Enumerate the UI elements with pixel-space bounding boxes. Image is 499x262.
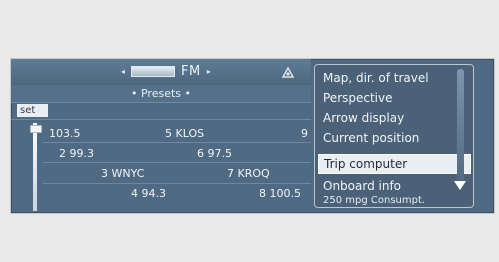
preset-3[interactable]: 3 WNYC [101,167,144,180]
scroll-down-arrow-icon[interactable] [453,179,467,191]
preset-5[interactable]: 5 KLOS [165,127,204,140]
source-bar: ◂ FM ▸ [11,59,311,86]
tone-settings-icon[interactable] [281,65,295,79]
menu-item-current-position[interactable]: Current position [323,131,419,145]
preset-6[interactable]: 6 97.5 [197,147,232,160]
left-arrow-icon[interactable]: ◂ [121,67,125,76]
preset-slider-knob[interactable] [30,125,42,133]
radio-button-icon[interactable] [131,65,176,77]
presets-header[interactable]: • Presets • [11,85,311,103]
preset-2[interactable]: 2 99.3 [59,147,94,160]
preset-8[interactable]: 8 100.5 [259,187,301,200]
preset-9[interactable]: 9 [301,127,308,140]
set-row: set [11,103,311,120]
source-selector[interactable]: ◂ FM ▸ [121,63,211,79]
menu-item-map-direction[interactable]: Map, dir. of travel [323,71,429,85]
consumption-readout: 250 mpg Consumpt. [323,195,426,206]
menu-scrollbar[interactable] [457,69,464,181]
preset-4[interactable]: 4 94.3 [131,187,166,200]
radio-screen: ◂ FM ▸ • Presets • set 103.5 2 99.3 3 WN… [10,58,495,214]
preset-7[interactable]: 7 KROQ [227,167,270,180]
set-button[interactable]: set [17,104,48,117]
row-divider [43,183,311,184]
band-label: FM [181,63,201,79]
preset-1[interactable]: 103.5 [49,127,81,140]
menu-item-perspective[interactable]: Perspective [323,91,393,105]
row-divider [43,142,311,143]
preset-slider-track[interactable] [33,123,37,211]
menu-item-arrow-display[interactable]: Arrow display [323,111,404,125]
right-arrow-icon[interactable]: ▸ [207,67,211,76]
options-menu: Map, dir. of travel Perspective Arrow di… [314,64,474,208]
row-divider [43,162,311,163]
menu-item-onboard-info[interactable]: Onboard info [323,179,401,193]
menu-item-trip-computer[interactable]: Trip computer [318,154,471,174]
